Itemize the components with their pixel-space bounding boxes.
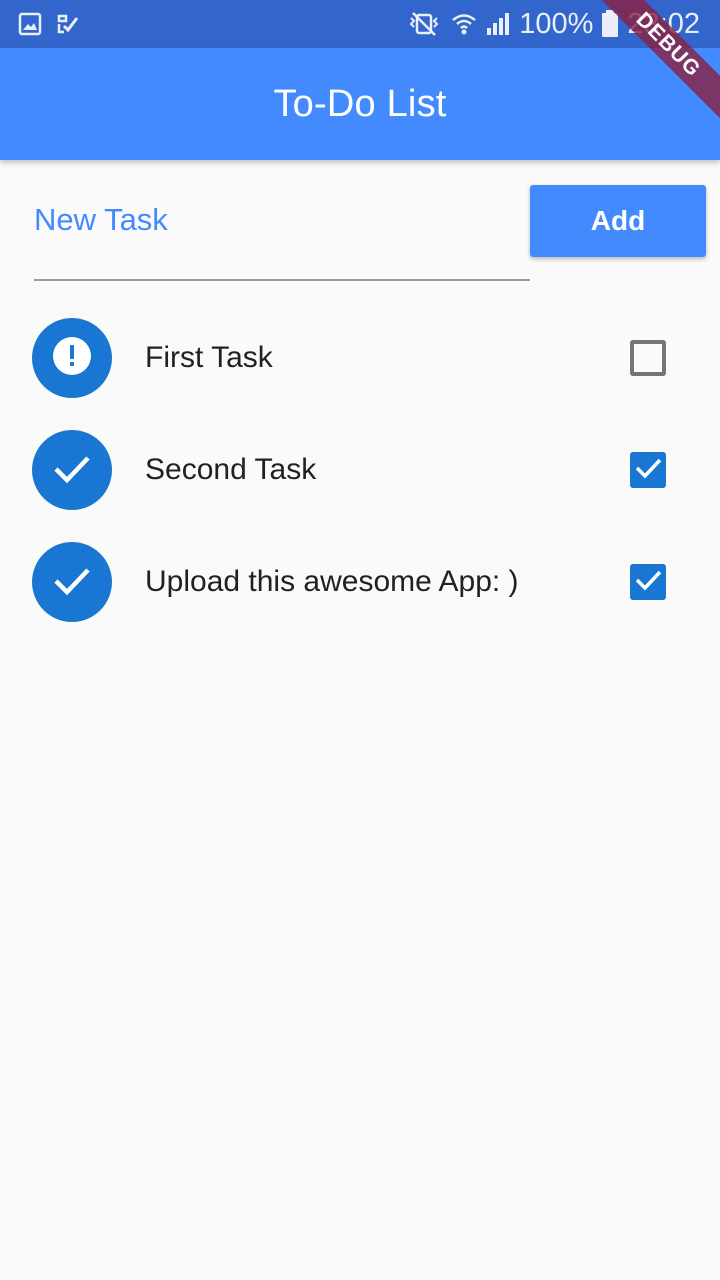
list-item[interactable]: First Task: [0, 302, 720, 414]
task-status-avatar: [32, 542, 112, 622]
alert-icon: [52, 336, 92, 381]
battery-icon: [601, 10, 619, 38]
task-list: First Task Second Task Upload this aweso…: [0, 302, 720, 638]
signal-icon: [485, 11, 511, 37]
status-right: 100% 23:02: [405, 8, 720, 41]
status-bar: 100% 23:02: [0, 0, 720, 48]
list-item[interactable]: Upload this awesome App: ): [0, 526, 720, 638]
task-title: Upload this awesome App: ): [145, 565, 519, 598]
new-task-row: Add: [34, 185, 706, 281]
task-status-avatar: [32, 430, 112, 510]
task-check-icon: [56, 12, 80, 36]
check-icon: [52, 560, 92, 605]
task-checkbox[interactable]: [630, 452, 666, 488]
task-checkbox[interactable]: [630, 564, 666, 600]
list-item[interactable]: Second Task: [0, 414, 720, 526]
task-title: Second Task: [145, 453, 317, 486]
gallery-icon: [18, 12, 42, 36]
checkbox-check-icon: [633, 565, 663, 600]
vibrate-off-icon: [405, 11, 443, 37]
app-bar: To-Do List: [0, 48, 720, 160]
page-title: To-Do List: [273, 82, 447, 125]
task-checkbox[interactable]: [630, 340, 666, 376]
battery-percent: 100%: [519, 7, 594, 40]
clock: 23:02: [627, 7, 700, 40]
new-task-input[interactable]: [34, 185, 530, 281]
check-icon: [52, 448, 92, 493]
wifi-icon: [451, 11, 477, 37]
checkbox-check-icon: [633, 453, 663, 488]
status-left: [0, 12, 80, 36]
add-button[interactable]: Add: [530, 185, 706, 257]
task-title: First Task: [145, 341, 273, 374]
task-status-avatar: [32, 318, 112, 398]
